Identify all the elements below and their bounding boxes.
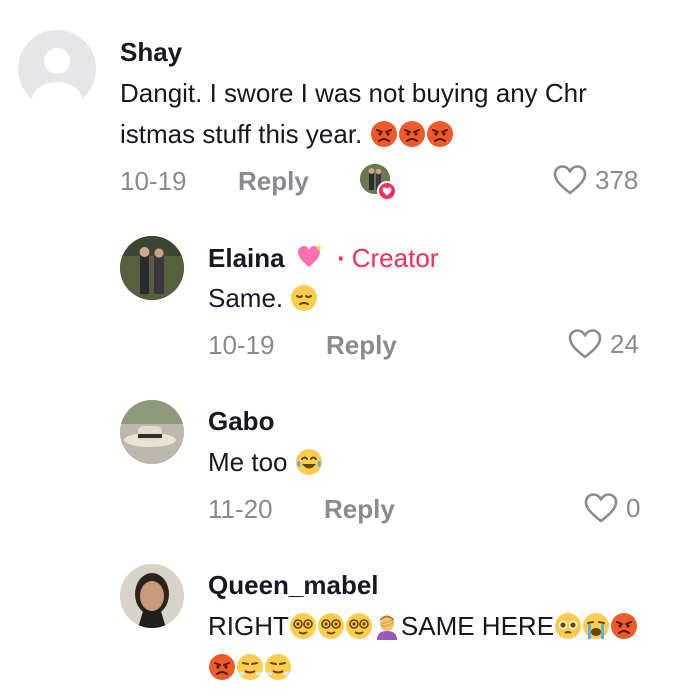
like-button[interactable]: 378 xyxy=(553,164,638,196)
like-count: 0 xyxy=(626,492,641,523)
username-elaina-text: Elaina xyxy=(208,243,285,273)
avatar-elaina[interactable] xyxy=(120,236,184,300)
creator-liked-badge xyxy=(360,164,398,202)
avatar-shay[interactable] xyxy=(18,30,96,108)
username-elaina[interactable]: Elaina · Creator xyxy=(208,242,438,274)
pensive-face-emoji xyxy=(291,285,318,311)
username-queen-mabel[interactable]: Queen_mabel xyxy=(208,570,379,601)
dizzy-face-emoji xyxy=(317,613,344,639)
comment-queen-mabel: Queen_mabel RIGHT SAME HERE xyxy=(0,540,682,690)
sparkling-heart-emoji xyxy=(297,244,323,267)
crying-face-emoji xyxy=(583,613,610,639)
heart-outline-icon xyxy=(553,165,587,195)
comment-text-line-2: istmas stuff this year. xyxy=(120,114,660,155)
reply-button[interactable]: Reply xyxy=(238,166,309,197)
heart-outline-icon xyxy=(568,329,602,359)
comment-text-part-1: RIGHT xyxy=(208,611,289,641)
reply-button[interactable]: Reply xyxy=(324,494,395,525)
heart-outline-icon xyxy=(584,493,618,523)
comment-text-line-1: Dangit. I swore I was not buying any Chr xyxy=(120,78,587,108)
angry-face-emoji xyxy=(209,654,235,680)
dizzy-face-emoji xyxy=(345,613,372,639)
steam-nose-face-emoji xyxy=(237,654,263,680)
reply-button[interactable]: Reply xyxy=(326,330,397,361)
creator-label: Creator xyxy=(351,243,439,273)
angry-face-emoji xyxy=(426,121,453,147)
angry-face-emoji xyxy=(398,121,425,147)
like-button[interactable]: 0 xyxy=(584,492,640,524)
comment-text-part-2: SAME HERE xyxy=(400,611,555,641)
comment-text-elaina-text: Same. xyxy=(208,283,284,313)
username-gabo[interactable]: Gabo xyxy=(208,406,274,437)
like-count: 24 xyxy=(610,328,639,359)
avatar-gabo[interactable] xyxy=(120,400,184,464)
username-shay[interactable]: Shay xyxy=(120,37,182,68)
angry-face-emoji xyxy=(370,121,397,147)
steam-nose-face-emoji xyxy=(265,654,291,680)
comment-date: 10-19 xyxy=(120,166,187,196)
like-button[interactable]: 24 xyxy=(568,328,639,360)
like-count: 378 xyxy=(595,164,639,195)
comment-text-queen-mabel: RIGHT SAME HERE xyxy=(208,606,658,688)
comment-shay: Shay Dangit. I swore I was not buying an… xyxy=(0,0,682,210)
angry-face-emoji xyxy=(611,613,638,639)
pleading-face-emoji xyxy=(555,613,582,639)
comment-text-gabo: Me too xyxy=(208,442,323,483)
comment-elaina: Elaina · Creator Same. 10-19 Reply 24 xyxy=(0,210,682,380)
separator-dot: · xyxy=(337,243,346,273)
avatar-queen-mabel[interactable] xyxy=(120,564,184,628)
comment-gabo: Gabo Me too 11-20 Reply 0 xyxy=(0,380,682,540)
comment-date: 11-20 xyxy=(208,494,273,524)
comment-text-shay: Dangit. I swore I was not buying any Chr… xyxy=(120,73,660,155)
comment-date: 10-19 xyxy=(208,330,275,360)
comment-text-line-2-text: istmas stuff this year. xyxy=(120,119,363,149)
tears-of-joy-emoji xyxy=(295,449,322,475)
dizzy-face-emoji xyxy=(289,613,316,639)
facepalm-emoji xyxy=(376,615,397,640)
comment-text-elaina: Same. xyxy=(208,278,318,319)
heart-badge-icon xyxy=(377,181,397,201)
comment-text-gabo-text: Me too xyxy=(208,447,288,477)
